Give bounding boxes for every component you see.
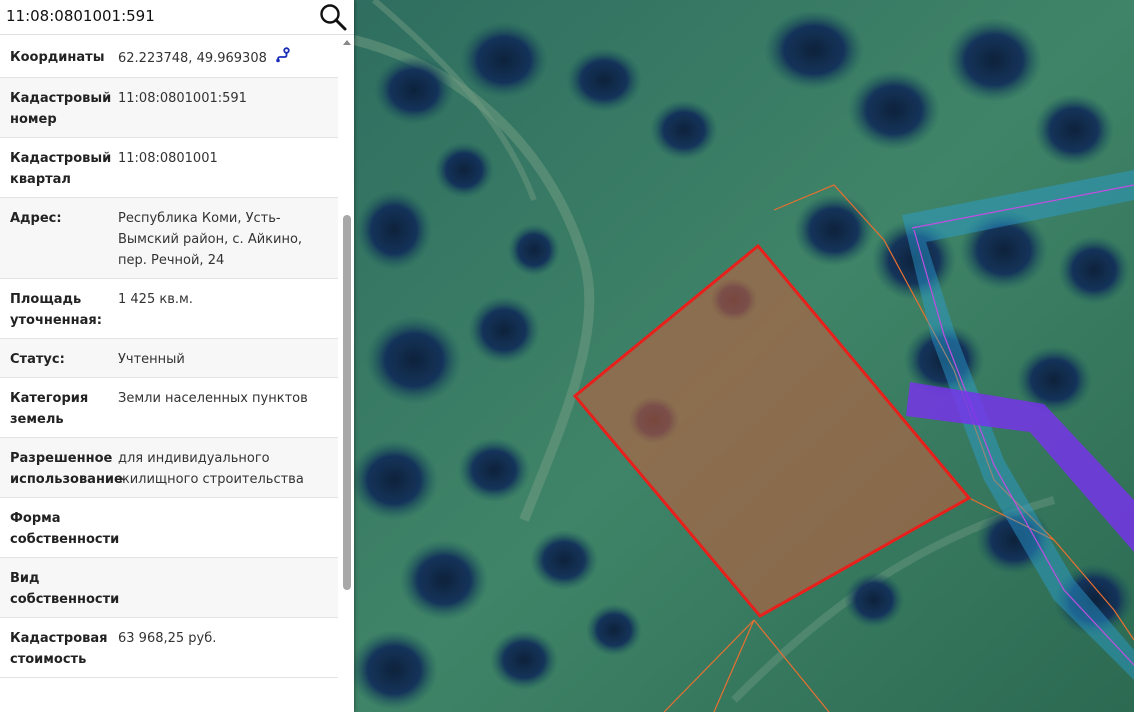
row-value [118,508,333,550]
row-permitted-use: Разрешенное использование для индивидуал… [0,438,338,498]
row-value: 11:08:0801001:591 [118,91,247,106]
row-label: Адрес: [10,211,62,226]
row-value: Земли населенных пунктов [118,391,308,406]
row-label: Координаты [10,50,105,65]
info-panel: Координаты 62.223748, 49.969308 Кадастро… [0,0,354,712]
row-value: Учтенный [118,352,185,367]
search-button[interactable] [318,2,348,32]
row-value: 11:08:0801001 [118,151,218,166]
row-value: Республика Коми, Усть-Вымский район, с. … [118,211,303,268]
parcel-attributes: Координаты 62.223748, 49.969308 Кадастро… [0,37,338,712]
row-label: Площадь уточненная: [10,292,102,328]
row-value: для индивидуального жилищного строительс… [118,451,304,487]
row-label: Разрешенное использование [10,451,123,487]
row-ownership-form: Форма собственности [0,498,338,558]
row-status: Статус: Учтенный [0,339,338,378]
row-label: Вид собственности [10,571,120,607]
row-label: Статус: [10,352,65,367]
row-area: Площадь уточненная: 1 425 кв.м. [0,279,338,339]
row-address: Адрес: Республика Коми, Усть-Вымский рай… [0,198,338,279]
row-value [118,568,333,610]
search-input[interactable] [6,3,306,29]
row-label: Форма собственности [10,511,120,547]
search-bar [0,0,354,35]
row-cadastral-number: Кадастровый номер 11:08:0801001:591 [0,78,338,138]
row-label: Категория земель [10,391,89,427]
row-land-category: Категория земель Земли населенных пункто… [0,378,338,438]
row-label: Кадастровая стоимость [10,631,108,667]
route-icon[interactable] [275,47,291,70]
row-cadastral-quarter: Кадастровый квартал 11:08:0801001 [0,138,338,198]
scrollbar-thumb[interactable] [343,215,351,590]
map-canvas [354,0,1134,712]
coordinates-value: 62.223748, 49.969308 [118,51,267,66]
row-label: Кадастровый квартал [10,151,112,187]
row-cadastral-value: Кадастровая стоимость 63 968,25 руб. [0,618,338,678]
scroll-up-arrow-icon[interactable] [343,40,351,45]
row-value: 1 425 кв.м. [118,292,193,307]
row-coordinates: Координаты 62.223748, 49.969308 [0,37,338,78]
row-label: Кадастровый номер [10,91,112,127]
search-icon [320,4,347,31]
row-ownership-type: Вид собственности [0,558,338,618]
row-value: 63 968,25 руб. [118,631,217,646]
satellite-map[interactable] [354,0,1134,712]
